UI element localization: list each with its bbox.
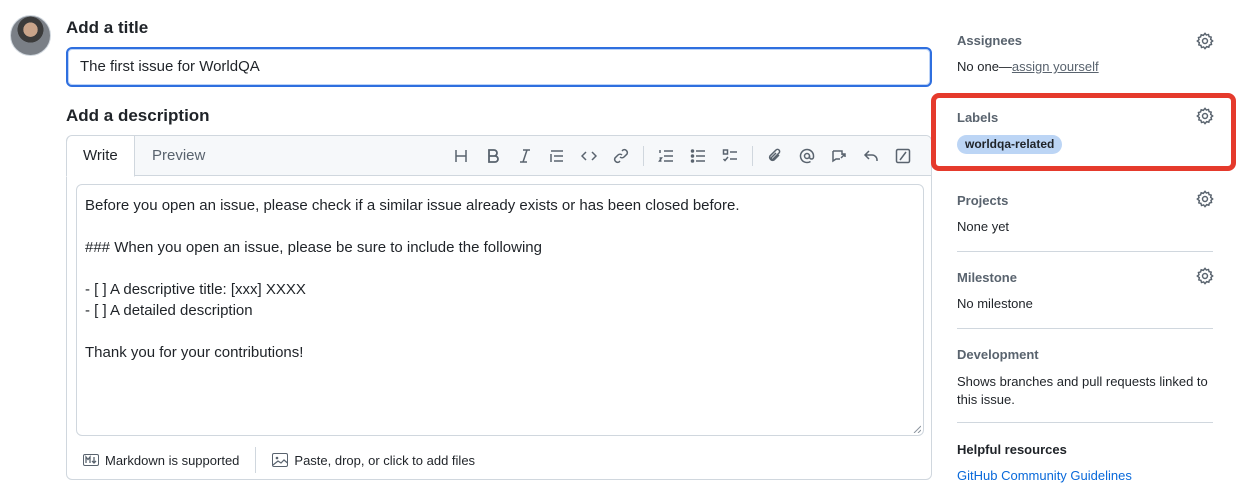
- unordered-list-icon[interactable]: [682, 144, 714, 168]
- slash-command-icon[interactable]: [887, 144, 919, 168]
- development-title: Development: [957, 347, 1039, 362]
- helpful-resources-title: Helpful resources: [957, 442, 1067, 457]
- labels-title: Labels: [957, 110, 999, 125]
- community-guidelines-link[interactable]: GitHub Community Guidelines: [957, 468, 1132, 483]
- title-input[interactable]: The first issue for WorldQA: [66, 47, 932, 87]
- title-heading: Add a title: [66, 18, 149, 37]
- description-line: [85, 321, 915, 342]
- description-line: [85, 216, 915, 237]
- markdown-help-link[interactable]: Markdown is supported: [67, 453, 255, 468]
- projects-value: None yet: [957, 219, 1010, 234]
- projects-gear-icon[interactable]: [1196, 190, 1214, 208]
- assignees-none-text: No one—: [957, 59, 1012, 74]
- labels-gear-icon[interactable]: [1196, 107, 1214, 125]
- sidebar-divider: [957, 251, 1213, 252]
- milestone-value: No milestone: [957, 296, 1033, 311]
- editor-header: Write Preview: [66, 136, 931, 177]
- avatar[interactable]: [10, 15, 51, 56]
- description-line: - [ ] A detailed description: [85, 302, 253, 319]
- ordered-list-icon[interactable]: [650, 144, 682, 168]
- toolbar-divider: [752, 146, 753, 166]
- formatting-toolbar: [445, 144, 919, 168]
- tab-preview[interactable]: Preview: [136, 136, 221, 176]
- reference-icon[interactable]: [823, 144, 855, 168]
- reply-icon[interactable]: [855, 144, 887, 168]
- assignees-value: No one—assign yourself: [957, 59, 1099, 74]
- heading-icon[interactable]: [445, 144, 477, 168]
- description-line: [85, 258, 915, 279]
- description-line: - [ ] A descriptive title: [xxx] XXXX: [85, 281, 306, 298]
- sidebar-divider: [957, 328, 1213, 329]
- bold-icon[interactable]: [477, 144, 509, 168]
- code-icon[interactable]: [573, 144, 605, 168]
- development-value: Shows branches and pull requests linked …: [957, 374, 1208, 407]
- milestone-title: Milestone: [957, 270, 1017, 285]
- description-line: Before you open an issue, please check i…: [85, 197, 740, 214]
- description-line: Thank you for your contributions!: [85, 344, 304, 361]
- attach-files-button[interactable]: Paste, drop, or click to add files: [256, 453, 491, 468]
- assign-yourself-link[interactable]: assign yourself: [1012, 59, 1099, 74]
- description-heading: Add a description: [66, 106, 210, 125]
- attach-icon[interactable]: [759, 144, 791, 168]
- description-editor: Write Preview Before you open an issue, …: [66, 135, 932, 480]
- assignees-gear-icon[interactable]: [1196, 32, 1214, 50]
- quote-icon[interactable]: [541, 144, 573, 168]
- markdown-icon: [83, 454, 99, 466]
- assignees-title: Assignees: [957, 33, 1023, 48]
- description-line: ### When you open an issue, please be su…: [85, 239, 542, 256]
- milestone-gear-icon[interactable]: [1196, 267, 1214, 285]
- tab-write[interactable]: Write: [66, 136, 135, 177]
- toolbar-divider: [643, 146, 644, 166]
- italic-icon[interactable]: [509, 144, 541, 168]
- editor-footer: Markdown is supported Paste, drop, or cl…: [67, 441, 931, 479]
- sidebar-divider: [957, 422, 1213, 423]
- label-badge[interactable]: worldqa-related: [957, 135, 1063, 154]
- resize-handle-icon[interactable]: [913, 425, 921, 433]
- mention-icon[interactable]: [791, 144, 823, 168]
- link-icon[interactable]: [605, 144, 637, 168]
- image-icon: [272, 453, 289, 467]
- task-list-icon[interactable]: [714, 144, 746, 168]
- labels-highlight-box: [931, 93, 1236, 171]
- attach-files-text: Paste, drop, or click to add files: [294, 452, 476, 468]
- markdown-supported-text: Markdown is supported: [105, 452, 240, 468]
- description-textarea[interactable]: Before you open an issue, please check i…: [76, 184, 924, 436]
- projects-title: Projects: [957, 193, 1009, 208]
